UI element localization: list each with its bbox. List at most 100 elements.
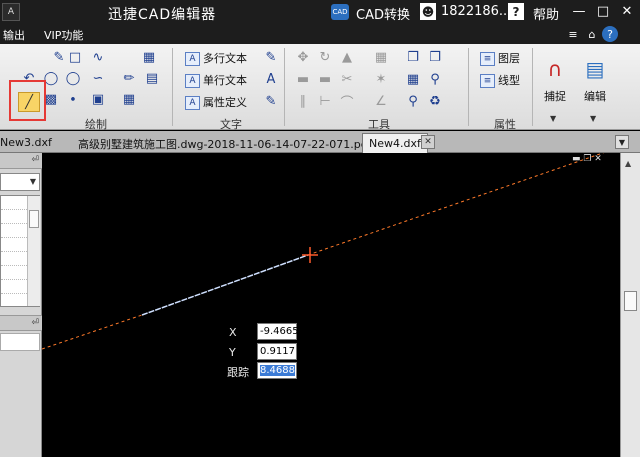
panel-dropdown[interactable]: ▼ (0, 173, 40, 191)
tab-vip[interactable]: VIP功能 (44, 27, 83, 43)
drawing-canvas[interactable]: ▬ ❐ ✕ X -9.4665 Y 0.9117 跟踪 8.4688 (42, 153, 620, 457)
cad-convert-link[interactable]: CAD转换 (356, 4, 410, 23)
layer-icon: ≡ (480, 52, 495, 66)
move-icon[interactable]: ✥ (294, 48, 312, 66)
snap-button[interactable]: ∩ 捕捉 ▼ (538, 48, 572, 128)
paste-icon[interactable]: ❐ (426, 48, 444, 66)
rotate-icon[interactable]: ↻ (316, 48, 334, 66)
account-phone[interactable]: 1822186... (441, 4, 511, 19)
group-label-tools: 工具 (368, 118, 390, 131)
close-tab-icon[interactable]: ✕ (421, 135, 435, 149)
attdef-button[interactable]: A 属性定义 (185, 94, 247, 110)
explode-icon[interactable]: ✶ (372, 70, 390, 88)
chamfer-icon[interactable]: ∠ (372, 92, 390, 110)
stretch-icon[interactable]: ▬ (294, 70, 312, 88)
measure-icon[interactable]: ▦ (404, 70, 422, 88)
text-edit-pen-icon[interactable]: ✎ (262, 92, 280, 110)
edit-button[interactable]: ▤ 编辑 ▼ (578, 48, 612, 128)
chevron-down-icon[interactable]: ▼ (590, 114, 596, 123)
group-separator (468, 48, 469, 126)
magnet-icon: ∩ (547, 57, 563, 81)
mtext-icon: A (185, 52, 200, 66)
app-logo-icon[interactable]: A (2, 3, 20, 21)
layer-button[interactable]: ≡ 图层 (480, 50, 520, 66)
ribbon-options-icon[interactable]: ≡ (565, 26, 581, 42)
chevron-down-icon[interactable]: ▼ (550, 114, 556, 123)
pin-icon[interactable]: ⏎ (31, 155, 39, 165)
track-distance-input[interactable]: 8.4688 (257, 362, 297, 379)
panel-list-2[interactable] (0, 333, 40, 351)
text-style-icon[interactable]: ✎ (262, 48, 280, 66)
collapse-ribbon-icon[interactable]: ⌂ (584, 26, 600, 42)
document-tabs: New3.dxf 高级别墅建筑施工图.dwg-2018-11-06-14-07-… (0, 131, 640, 153)
zoom-icon[interactable]: ⚲ (404, 92, 422, 110)
scroll-thumb[interactable] (29, 210, 39, 228)
insert-block-icon[interactable]: ▤ (143, 69, 161, 87)
copy-icon[interactable]: ❐ (404, 48, 422, 66)
attdef-label: 属性定义 (203, 96, 247, 109)
clipboard-icon: ▤ (585, 57, 605, 81)
linetype-icon: ≡ (480, 74, 495, 88)
mirror-icon[interactable]: ▲ (338, 48, 356, 66)
snap-label: 捕捉 (544, 90, 566, 103)
pin-icon[interactable]: ⏎ (31, 318, 39, 328)
image-icon[interactable]: ▣ (89, 90, 107, 108)
dtext-button[interactable]: A 单行文本 (185, 72, 247, 88)
help-circle-icon[interactable]: ? (602, 26, 618, 42)
drawn-line[interactable] (141, 254, 309, 316)
x-coordinate-input[interactable]: -9.4665 (257, 323, 299, 340)
doc-tab-new4[interactable]: New4.dxf (362, 133, 428, 153)
fillet-icon[interactable]: ⌒ (338, 92, 356, 111)
user-icon[interactable]: ☻ (420, 3, 436, 20)
panel-scrollbar[interactable] (27, 196, 40, 306)
y-coordinate-input[interactable]: 0.9117 (257, 343, 297, 360)
canvas-window-buttons[interactable]: ▬ ❐ ✕ (572, 154, 602, 164)
help-icon[interactable]: ? (508, 3, 524, 20)
purge-icon[interactable]: ♻ (426, 92, 444, 110)
spline-icon[interactable]: ∽ (89, 69, 107, 87)
linetype-button[interactable]: ≡ 线型 (480, 72, 520, 88)
ribbon: ✎ □ ∿ ▦ ↶ ◯ ◯ ∽ ✏ ▤ ☁ ▩ ∙ ▣ ▦ 绘制 A多行文本 A… (0, 44, 640, 131)
panel-header-2: ⏎ (0, 315, 42, 331)
scale-icon[interactable]: ▬ (316, 70, 334, 88)
tabs-dropdown-icon[interactable]: ▼ (615, 135, 629, 149)
trim-icon[interactable]: ✂ (338, 70, 356, 88)
highlight-annotation (9, 80, 46, 121)
window-title: 迅捷CAD编辑器 (108, 7, 217, 23)
scroll-up-icon[interactable]: ▲ (625, 159, 631, 168)
edit-label: 编辑 (584, 90, 606, 103)
rectangle-icon[interactable]: □ (66, 48, 84, 66)
attdef-icon: A (185, 96, 200, 110)
text-edit-icon[interactable]: A (262, 70, 280, 88)
group-label-draw: 绘制 (85, 118, 107, 131)
canvas-drawing (42, 153, 605, 350)
left-panel: ⏎ ▼ ⏎ (0, 153, 42, 457)
ellipse-icon[interactable]: ◯ (64, 69, 82, 87)
brush-icon[interactable]: ✏ (120, 69, 138, 87)
doc-tab-new3[interactable]: New3.dxf (0, 133, 58, 153)
polyline-icon[interactable]: ∿ (89, 48, 107, 66)
find-icon[interactable]: ⚲ (426, 70, 444, 88)
minimize-button[interactable]: — (570, 2, 588, 20)
x-label: X (229, 326, 237, 339)
table-icon[interactable]: ▦ (120, 90, 138, 108)
title-bar: A 迅捷CAD编辑器 CAD CAD转换 ☻ 1822186... ? 帮助 —… (0, 0, 640, 24)
maximize-button[interactable]: □ (594, 2, 612, 20)
array-icon[interactable]: ▦ (372, 48, 390, 66)
block-icon[interactable]: ▦ (140, 48, 158, 66)
tab-output[interactable]: 输出 (3, 27, 25, 43)
help-link[interactable]: 帮助 (533, 4, 559, 23)
crosshair-cursor (302, 247, 318, 263)
offset-icon[interactable]: ∥ (294, 92, 312, 110)
dtext-label: 单行文本 (203, 74, 247, 87)
canvas-scrollbar[interactable]: ▲ (620, 153, 640, 457)
rubber-band-line (307, 153, 605, 256)
doc-tab-villa-pdf[interactable]: 高级别墅建筑施工图.dwg-2018-11-06-14-07-22-071.pd… (72, 133, 378, 153)
mtext-button[interactable]: A 多行文本 (185, 50, 247, 66)
cad-convert-icon[interactable]: CAD (331, 4, 349, 20)
point-icon[interactable]: ∙ (64, 90, 82, 108)
extend-icon[interactable]: ⊢ (316, 92, 334, 110)
group-separator (532, 48, 533, 126)
scroll-thumb[interactable] (624, 291, 637, 311)
close-button[interactable]: ✕ (618, 2, 636, 20)
